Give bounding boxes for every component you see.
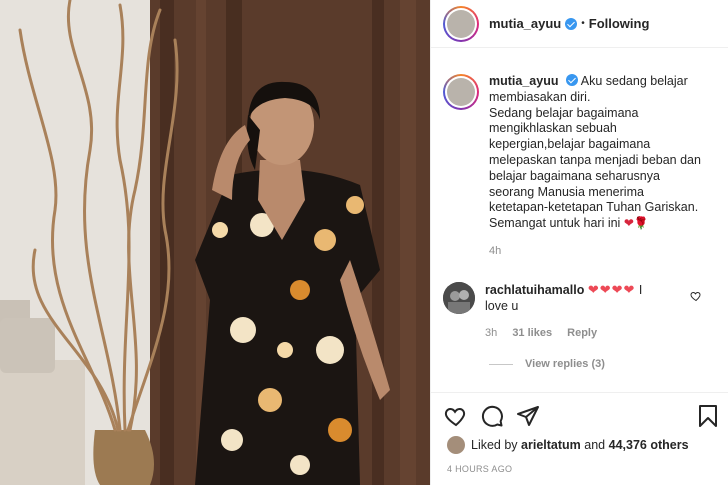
commenter-photo <box>443 281 475 314</box>
avatar[interactable] <box>443 5 479 42</box>
caption-username[interactable]: mutia_ayuu <box>489 74 558 88</box>
verified-badge-icon <box>565 17 578 30</box>
caption-text-line: Semangat untuk hari ini <box>489 216 621 231</box>
heart-icon <box>444 407 466 427</box>
likes-summary: Liked by arieltatum and 44,376 others <box>447 436 689 454</box>
comment-icon <box>481 405 503 427</box>
view-replies-label: View replies (3) <box>525 358 605 371</box>
commenter-avatar[interactable] <box>443 281 475 314</box>
post-username[interactable]: mutia_ayuu <box>489 16 561 31</box>
caption-text-line: membiasakan diri. <box>489 89 591 104</box>
likes-others[interactable]: 44,376 others <box>609 438 689 452</box>
caption-text-line: belajar bagaimana seharusnya <box>489 168 660 183</box>
caption-avatar[interactable] <box>443 74 479 110</box>
likes-prefix: Liked by <box>471 438 518 452</box>
likes-mid: and <box>584 438 606 452</box>
comment-hearts: ❤❤❤❤ <box>587 281 636 297</box>
caption-emojis: ❤🌹 <box>623 216 649 231</box>
profile-photo <box>447 9 475 38</box>
reply-button[interactable]: Reply <box>567 327 597 339</box>
view-replies[interactable]: View replies (3) <box>489 358 728 370</box>
comments-section: mutia_ayuu Aku sedang belajar membiasaka… <box>431 58 728 370</box>
comment-text: I <box>635 282 643 297</box>
action-bar <box>431 392 728 440</box>
replies-divider <box>489 363 513 365</box>
caption-text-line: kepergian,belajar bagaimana <box>489 137 651 152</box>
verified-badge-icon <box>565 74 578 86</box>
save-button[interactable] <box>695 403 721 429</box>
caption-body: mutia_ayuu Aku sedang belajar membiasaka… <box>489 74 709 260</box>
caption-text-line: Sedang belajar bagaimana <box>489 105 639 120</box>
comment-body: rachlatuihamallo ❤❤❤❤ I love u 3h 31 lik… <box>485 282 695 342</box>
liker-avatar[interactable] <box>447 436 465 454</box>
comment-username[interactable]: rachlatuihamallo <box>485 283 584 297</box>
post-photo[interactable] <box>0 0 430 485</box>
comment-likes[interactable]: 31 likes <box>512 327 552 339</box>
post-image <box>0 0 430 485</box>
caption: mutia_ayuu Aku sedang belajar membiasaka… <box>431 58 728 260</box>
comment-button[interactable] <box>479 403 505 429</box>
comment: rachlatuihamallo ❤❤❤❤ I love u 3h 31 lik… <box>431 260 728 342</box>
post-timestamp[interactable]: 4 HOURS AGO <box>447 464 512 474</box>
share-button[interactable] <box>515 403 541 429</box>
profile-photo <box>447 78 475 106</box>
caption-time[interactable]: 4h <box>489 245 501 257</box>
caption-text-line: melepaskan tanpa menjadi beban dan <box>489 152 701 167</box>
comment-text: love u <box>485 298 519 313</box>
following-button[interactable]: Following <box>589 16 650 31</box>
post-sidebar: mutia_ayuu • Following mutia_ayuu Aku se… <box>430 0 728 485</box>
like-button[interactable] <box>443 403 469 429</box>
liker-username[interactable]: arieltatum <box>521 438 581 452</box>
bookmark-icon <box>699 405 717 427</box>
caption-text-line: Aku sedang belajar <box>580 74 688 88</box>
caption-text-line: mengikhlaskan sebuah <box>489 121 617 136</box>
caption-text-line: seorang Manusia menerima <box>489 184 644 199</box>
separator-dot: • <box>581 18 585 29</box>
comment-time[interactable]: 3h <box>485 327 497 339</box>
comment-like-icon[interactable] <box>690 290 702 302</box>
share-icon <box>517 406 539 426</box>
post-header: mutia_ayuu • Following <box>431 0 728 48</box>
caption-text-line: ketetapan-ketetapan Tuhan Gariskan. <box>489 200 699 215</box>
